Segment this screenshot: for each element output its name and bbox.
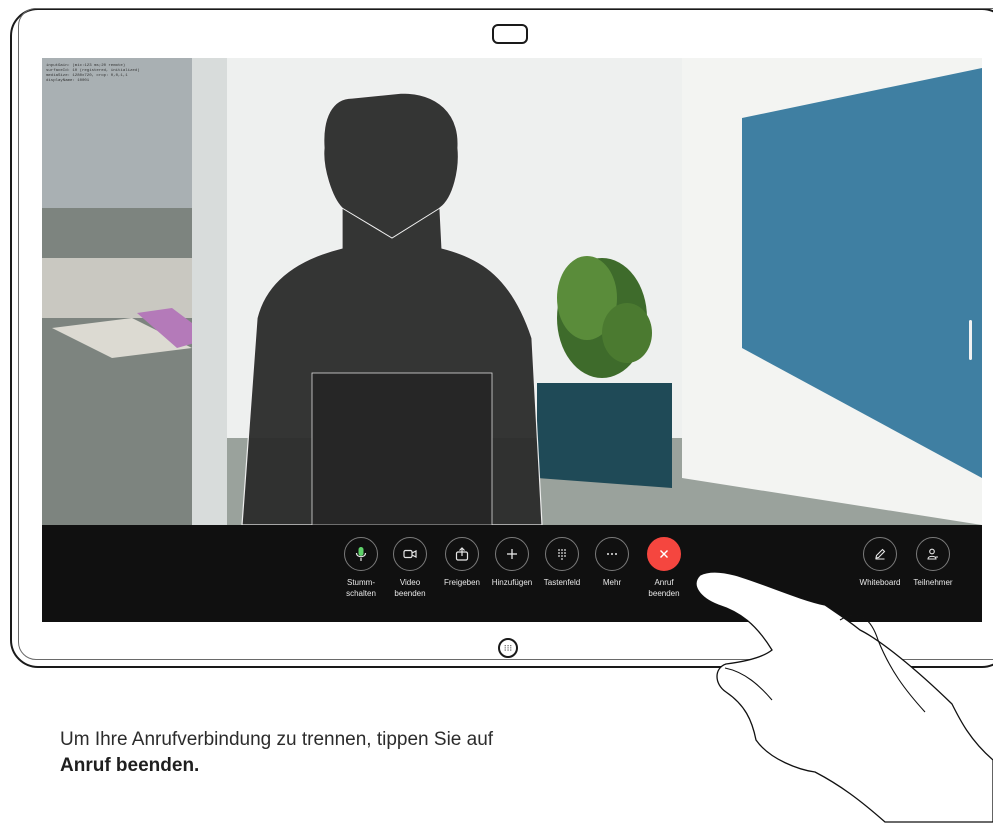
plus-icon [495, 537, 529, 571]
person-icon [916, 537, 950, 571]
debug-overlay: inputGain: (mic:123 ms;20 remote) surfac… [46, 64, 140, 83]
end-call-button[interactable]: Anruf beenden [634, 537, 694, 599]
close-icon [647, 537, 681, 571]
video-feed: inputGain: (mic:123 ms;20 remote) surfac… [42, 58, 982, 525]
camera-icon [492, 24, 528, 44]
call-toolbar: Stumm- schalten Video beenden Freigeben … [42, 525, 982, 622]
stop-video-button[interactable]: Video beenden [380, 537, 440, 599]
participants-button[interactable]: Teilnehmer [903, 537, 963, 588]
share-label: Freigeben [443, 578, 481, 587]
keypad-label: Tastenfeld [543, 578, 581, 587]
more-label: Mehr [602, 578, 622, 587]
microphone-icon [344, 537, 378, 571]
keypad-icon [545, 537, 579, 571]
add-label: Hinzufügen [491, 578, 533, 587]
pencil-icon [863, 537, 897, 571]
more-icon [595, 537, 629, 571]
instruction-text: Um Ihre Anrufverbindung zu trennen, tipp… [60, 727, 660, 779]
more-button[interactable]: Mehr [582, 537, 642, 588]
instruction-line: Um Ihre Anrufverbindung zu trennen, tipp… [60, 729, 494, 750]
keypad-icon: ⁝⁝⁝ [503, 642, 513, 653]
whiteboard-button[interactable]: Whiteboard [850, 537, 910, 588]
stop-video-label: Video beenden [394, 578, 426, 598]
call-screen: inputGain: (mic:123 ms;20 remote) surfac… [42, 58, 982, 622]
end-call-label: Anruf beenden [648, 578, 680, 598]
participants-label: Teilnehmer [913, 578, 953, 587]
home-button[interactable]: ⁝⁝⁝ [498, 638, 518, 658]
share-icon [445, 537, 479, 571]
drawer-handle[interactable] [969, 320, 972, 360]
instruction-emphasis: Anruf beenden. [60, 755, 200, 776]
video-camera-icon [393, 537, 427, 571]
room-scene [42, 58, 982, 525]
mute-label: Stumm- schalten [346, 578, 376, 598]
whiteboard-label: Whiteboard [859, 578, 901, 587]
